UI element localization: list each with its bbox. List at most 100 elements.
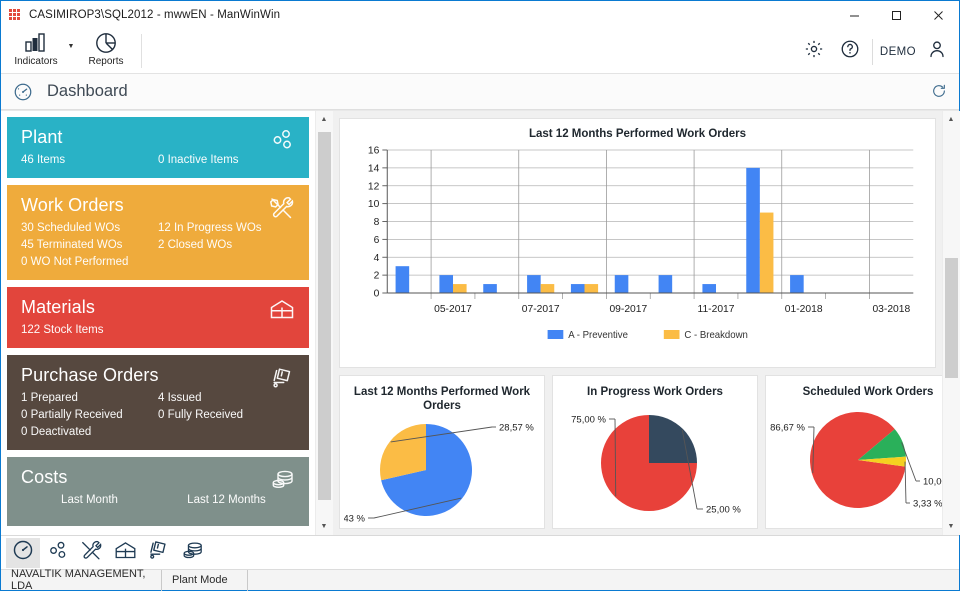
tile-purchase-orders-stat-4: 0 Deactivated xyxy=(21,426,158,438)
bottom-nav-materials[interactable] xyxy=(108,538,142,568)
status-mode: Plant Mode xyxy=(162,570,247,591)
ribbon-right-group: DEMO xyxy=(796,29,955,74)
svg-text:6: 6 xyxy=(374,235,380,246)
ribbon-toolbar: Indicators ▼ Reports xyxy=(1,29,959,74)
charts-scroll-up-arrow-icon[interactable]: ▲ xyxy=(943,111,960,128)
tile-plant-stats: 46 Items 0 Inactive Items xyxy=(21,154,295,166)
tile-costs-stat-0: Last Month xyxy=(21,494,158,506)
bottom-nav-costs[interactable] xyxy=(176,538,210,568)
charts-scroll-thumb[interactable] xyxy=(945,258,958,378)
tile-costs-stats: Last Month Last 12 Months xyxy=(21,494,295,506)
tile-work-orders-stat-0: 30 Scheduled WOs xyxy=(21,222,158,234)
sidebar-scroll-track[interactable] xyxy=(316,128,333,518)
bar-chart-icon xyxy=(24,31,48,55)
charts-scroll-down-arrow-icon[interactable]: ▼ xyxy=(943,518,960,535)
tile-work-orders-stats: 30 Scheduled WOs 12 In Progress WOs 45 T… xyxy=(21,222,295,268)
tile-work-orders-stat-3: 2 Closed WOs xyxy=(158,239,295,251)
tools-icon xyxy=(269,196,295,225)
tile-materials-stat-0: 122 Stock Items xyxy=(21,324,158,336)
page-title: Dashboard xyxy=(47,82,128,101)
coins-icon xyxy=(182,540,204,565)
svg-text:4: 4 xyxy=(374,253,380,264)
pie-charts-row: Last 12 Months Performed Work Orders 71,… xyxy=(339,375,936,529)
tile-work-orders-title: Work Orders xyxy=(21,195,295,216)
card-bar-chart: Last 12 Months Performed Work Orders 024… xyxy=(339,118,936,368)
warehouse-icon xyxy=(269,298,295,325)
help-button[interactable] xyxy=(832,34,868,70)
pie-in-progress-plot: 75,00 %25,00 % xyxy=(557,397,753,527)
tile-plant-title: Plant xyxy=(21,127,295,148)
user-account-button[interactable] xyxy=(919,34,955,70)
svg-text:14: 14 xyxy=(368,163,380,174)
ribbon-separator xyxy=(141,34,142,68)
gauge-icon xyxy=(12,539,34,566)
sidebar: Plant 46 Items 0 Inactive Items Work Ord… xyxy=(1,111,333,535)
svg-text:71,43 %: 71,43 % xyxy=(344,513,366,524)
tile-costs-title: Costs xyxy=(21,467,295,488)
svg-text:8: 8 xyxy=(374,217,380,228)
scroll-down-arrow-icon[interactable]: ▼ xyxy=(316,518,333,535)
ribbon-item-indicators[interactable]: Indicators xyxy=(7,29,65,73)
pie-chart-icon xyxy=(95,31,117,55)
grid-icon xyxy=(9,9,21,21)
svg-text:A - Preventive: A - Preventive xyxy=(568,330,628,341)
svg-text:3,33 %: 3,33 % xyxy=(913,498,943,509)
svg-text:86,67 %: 86,67 % xyxy=(770,422,805,433)
bottom-nav-purchase-orders[interactable] xyxy=(142,538,176,568)
tile-purchase-orders[interactable]: Purchase Orders 1 Prepared 4 Issued 0 Pa… xyxy=(7,355,309,450)
pie-performed-wrap: 71,43 %28,57 % xyxy=(344,414,540,524)
svg-text:09-2017: 09-2017 xyxy=(609,304,647,315)
status-company: NAVALTIK MANAGEMENT, LDA xyxy=(1,570,161,591)
pie-performed-plot: 71,43 %28,57 % xyxy=(344,410,540,528)
gear-icon xyxy=(804,39,824,64)
svg-text:12: 12 xyxy=(368,181,380,192)
status-bar: NAVALTIK MANAGEMENT, LDA Plant Mode xyxy=(1,569,959,590)
close-button[interactable] xyxy=(917,1,959,29)
maximize-button[interactable] xyxy=(875,1,917,29)
gears-icon xyxy=(269,128,295,157)
svg-text:0: 0 xyxy=(374,289,380,300)
tile-materials[interactable]: Materials 122 Stock Items xyxy=(7,287,309,348)
tile-work-orders[interactable]: Work Orders 30 Scheduled WOs 12 In Progr… xyxy=(7,185,309,280)
charts-scrollbar[interactable]: ▲ ▼ xyxy=(942,111,959,535)
tile-materials-stats: 122 Stock Items xyxy=(21,324,295,336)
window-controls xyxy=(833,1,959,29)
scroll-up-arrow-icon[interactable]: ▲ xyxy=(316,111,333,128)
svg-text:2: 2 xyxy=(374,271,380,282)
tile-plant-stat-0: 46 Items xyxy=(21,154,158,166)
minimize-button[interactable] xyxy=(833,1,875,29)
ribbon-item-reports[interactable]: Reports xyxy=(77,29,135,73)
warehouse-icon xyxy=(114,540,137,565)
card-pie-performed: Last 12 Months Performed Work Orders 71,… xyxy=(339,375,545,529)
bottom-nav-dashboard[interactable] xyxy=(6,538,40,568)
chevron-down-icon[interactable]: ▼ xyxy=(65,29,77,73)
gears-icon xyxy=(46,540,69,566)
svg-text:16: 16 xyxy=(368,146,380,157)
ribbon-group-main: Indicators ▼ Reports xyxy=(1,29,146,73)
tile-purchase-orders-stat-2: 0 Partially Received xyxy=(21,409,158,421)
svg-text:07-2017: 07-2017 xyxy=(522,304,560,315)
sidebar-scrollbar[interactable]: ▲ ▼ xyxy=(315,111,332,535)
settings-button[interactable] xyxy=(796,34,832,70)
svg-text:25,00 %: 25,00 % xyxy=(706,504,741,515)
svg-text:10: 10 xyxy=(368,199,380,210)
tile-work-orders-stat-4: 0 WO Not Performed xyxy=(21,256,158,268)
card-pie-in-progress: In Progress Work Orders 75,00 %25,00 % xyxy=(552,375,758,529)
svg-text:01-2018: 01-2018 xyxy=(785,304,823,315)
gauge-icon xyxy=(13,82,33,102)
tile-costs[interactable]: Costs Last Month Last 12 Months xyxy=(7,457,309,526)
sidebar-scroll-thumb[interactable] xyxy=(318,132,331,500)
charts-scroll-track[interactable] xyxy=(943,128,960,518)
svg-text:11-2017: 11-2017 xyxy=(697,304,734,315)
svg-text:C - Breakdown: C - Breakdown xyxy=(684,330,747,341)
bottom-nav-plant[interactable] xyxy=(40,538,74,568)
tools-icon xyxy=(80,540,103,566)
tile-purchase-orders-stat-0: 1 Prepared xyxy=(21,392,158,404)
page-header: Dashboard xyxy=(1,74,959,110)
bottom-navigation xyxy=(1,535,959,569)
card-pie-scheduled: Scheduled Work Orders 86,67 %10,00 %3,33… xyxy=(765,375,960,529)
tile-purchase-orders-stats: 1 Prepared 4 Issued 0 Partially Received… xyxy=(21,392,295,438)
refresh-button[interactable] xyxy=(931,83,947,104)
bottom-nav-work-orders[interactable] xyxy=(74,538,108,568)
tile-plant[interactable]: Plant 46 Items 0 Inactive Items xyxy=(7,117,309,178)
